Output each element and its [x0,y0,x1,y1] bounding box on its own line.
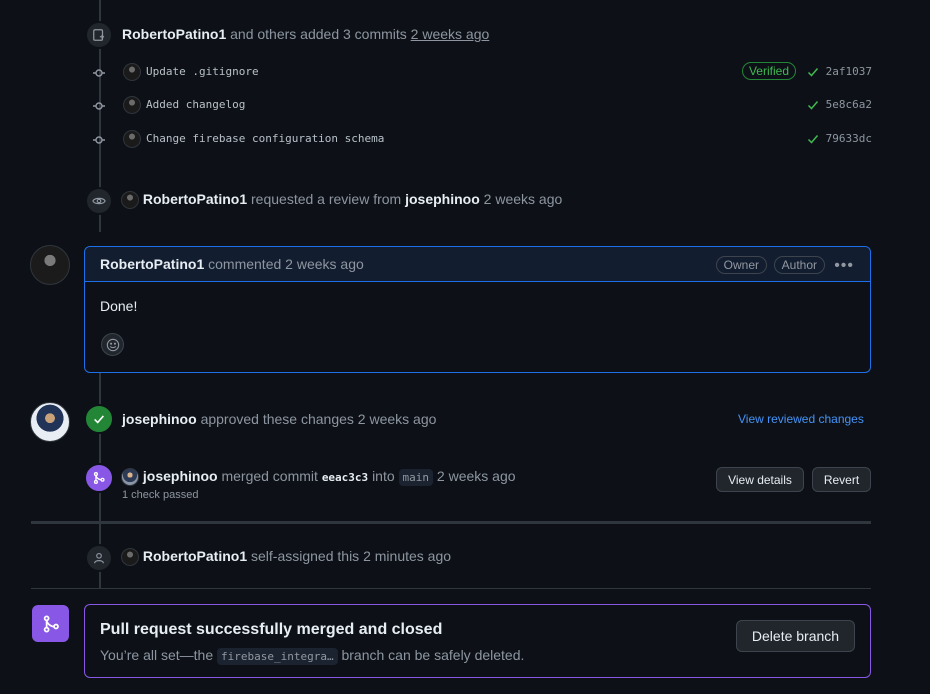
verified-badge[interactable]: Verified [741,62,796,80]
commit-push-icon [85,21,113,49]
commit-sha[interactable]: 5e8c6a2 [826,98,872,111]
commit-node-icon [93,69,105,77]
view-details-button[interactable]: View details [716,467,804,492]
commit-sha[interactable]: 2af1037 [826,65,872,78]
timeline-divider [31,521,871,524]
review-request-action: requested a review from [251,191,402,207]
avatar[interactable] [30,402,70,442]
revert-button[interactable]: Revert [812,467,871,492]
check-icon[interactable] [807,133,819,145]
self-assign-text: RobertoPatino1 self-assigned this 2 minu… [121,548,451,567]
self-assign-time[interactable]: 2 minutes ago [363,548,451,564]
commits-event-text: RobertoPatino1 and others added 3 commit… [122,26,489,42]
commit-node-icon [93,136,105,144]
checks-status[interactable]: 1 check passed [122,489,198,501]
commit-sha[interactable]: 79633dc [826,132,872,145]
approval-time[interactable]: 2 weeks ago [358,411,437,427]
comment-author[interactable]: RobertoPatino1 [100,256,204,272]
timeline-line [99,373,101,521]
pr-timeline: RobertoPatino1 and others added 3 commit… [0,0,930,694]
avatar[interactable] [121,191,139,210]
self-assign-actor[interactable]: RobertoPatino1 [143,548,247,564]
merged-status-card: Pull request successfully merged and clo… [84,604,871,678]
approval-actor[interactable]: josephinoo [122,411,197,427]
merged-subtitle-end: branch can be safely deleted. [341,647,525,663]
owner-label: Owner [715,256,767,274]
avatar[interactable] [123,130,141,148]
comment-author-line: RobertoPatino1 commented 2 weeks ago [100,256,364,272]
commit-node-icon [93,102,105,110]
commit-message[interactable]: Change firebase configuration schema [146,132,384,145]
avatar[interactable] [30,245,70,285]
comment-time[interactable]: 2 weeks ago [285,256,364,272]
kebab-menu-icon[interactable]: ••• [834,257,854,275]
add-reaction-button[interactable] [101,333,124,356]
merged-title: Pull request successfully merged and clo… [100,621,443,638]
check-icon[interactable] [807,66,819,78]
merge-action: merged commit [221,468,318,484]
self-assign-action: self-assigned this [251,548,360,564]
commits-time[interactable]: 2 weeks ago [411,26,490,42]
merged-subtitle: You’re all set—the firebase_integra… bra… [100,647,525,665]
merge-icon [84,463,114,493]
comment-card: RobertoPatino1 commented 2 weeks ago Own… [84,246,871,373]
merge-time[interactable]: 2 weeks ago [437,468,516,484]
commit-row: Change firebase configuration schema 796… [90,129,872,151]
view-reviewed-changes-link[interactable]: View reviewed changes [738,412,864,426]
person-icon [85,544,113,572]
comment-header: RobertoPatino1 commented 2 weeks ago Own… [85,247,870,282]
timeline-divider [31,588,871,589]
commit-row: Added changelog 5e8c6a2 [90,95,872,117]
base-branch[interactable]: main [398,469,434,486]
review-request-actor[interactable]: RobertoPatino1 [143,191,247,207]
avatar[interactable] [123,96,141,114]
merged-subtitle-start: You’re all set—the [100,647,214,663]
commit-message[interactable]: Added changelog [146,98,245,111]
approval-text: josephinoo approved these changes 2 week… [122,411,436,427]
eye-icon [85,187,113,215]
author-label: Author [773,256,825,274]
merge-commit-sha[interactable]: eeac3c3 [322,471,368,484]
comment-action: commented [208,256,282,272]
delete-branch-button[interactable]: Delete branch [736,620,855,652]
review-request-target[interactable]: josephinoo [405,191,480,207]
avatar[interactable] [121,548,139,567]
avatar[interactable] [121,468,139,487]
commits-summary: and others added 3 commits [230,26,407,42]
review-request-time[interactable]: 2 weeks ago [484,191,563,207]
merge-actor[interactable]: josephinoo [143,468,218,484]
approved-check-icon [84,404,114,434]
avatar[interactable] [123,63,141,81]
review-request-text: RobertoPatino1 requested a review from j… [121,191,563,210]
merge-icon [32,605,69,642]
commits-actor[interactable]: RobertoPatino1 [122,26,226,42]
check-icon[interactable] [807,99,819,111]
commit-message[interactable]: Update .gitignore [146,65,259,78]
comment-body: Done! [100,298,138,314]
merge-event-text: josephinoo merged commit eeac3c3 into ma… [121,468,516,487]
approval-action: approved these changes [200,411,354,427]
smiley-icon [106,338,119,351]
head-branch[interactable]: firebase_integra… [217,648,338,665]
merge-into: into [372,468,395,484]
commit-row: Update .gitignore Verified 2af1037 [90,62,872,84]
